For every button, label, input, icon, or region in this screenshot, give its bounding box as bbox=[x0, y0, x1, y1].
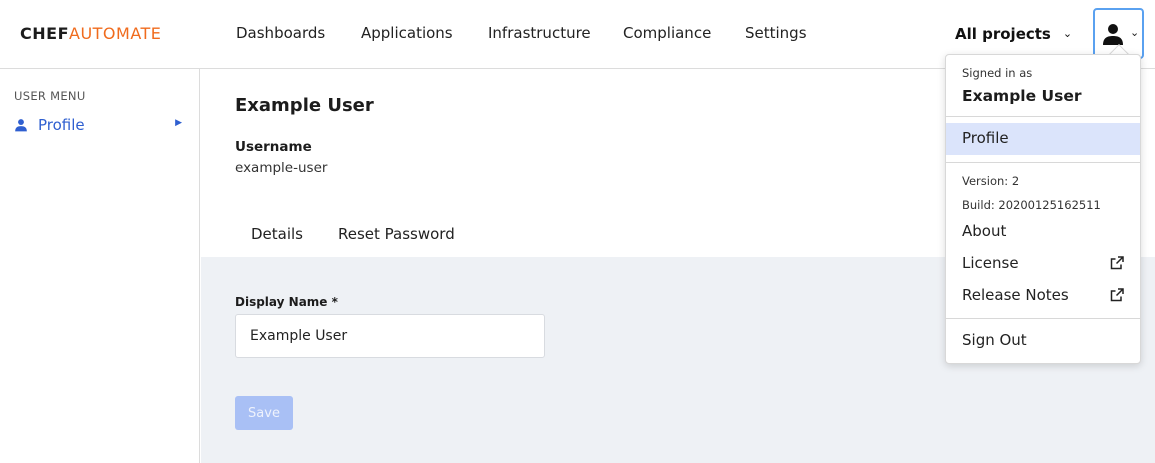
tab-details[interactable]: Details bbox=[235, 225, 318, 259]
display-name-input[interactable] bbox=[235, 314, 545, 358]
version-text: Version: 2 bbox=[962, 174, 1020, 188]
divider bbox=[946, 162, 1140, 163]
external-link-icon bbox=[1110, 256, 1124, 270]
menu-item-release-notes[interactable]: Release Notes bbox=[946, 280, 1140, 312]
sidebar-item-label: Profile bbox=[38, 116, 85, 134]
display-name-label: Display Name * bbox=[235, 295, 338, 309]
person-icon bbox=[1103, 24, 1123, 45]
username-label: Username bbox=[235, 139, 312, 155]
sidebar-heading: USER MENU bbox=[14, 89, 86, 103]
chef-automate-logo[interactable]: CHEFAUTOMATE bbox=[20, 24, 161, 43]
logo-automate-text: AUTOMATE bbox=[69, 24, 162, 43]
menu-item-label: License bbox=[962, 254, 1019, 272]
divider bbox=[946, 318, 1140, 319]
project-filter-dropdown[interactable]: All projects ⌄ bbox=[955, 25, 1072, 43]
person-icon bbox=[15, 119, 27, 132]
menu-item-sign-out[interactable]: Sign Out bbox=[946, 325, 1140, 357]
tab-label: Reset Password bbox=[338, 225, 455, 243]
logo-chef-text: CHEF bbox=[20, 24, 69, 43]
page-title: Example User bbox=[235, 95, 374, 116]
chevron-down-icon: ⌄ bbox=[1062, 27, 1073, 40]
menu-item-label: About bbox=[962, 222, 1007, 240]
sidebar-item-profile[interactable]: Profile ▶ bbox=[14, 115, 186, 137]
menu-item-label: Release Notes bbox=[962, 286, 1069, 304]
menu-item-license[interactable]: License bbox=[946, 248, 1140, 280]
username-value: example-user bbox=[235, 160, 328, 176]
build-text: Build: 20200125162511 bbox=[962, 198, 1101, 212]
project-filter-label: All projects bbox=[955, 25, 1051, 43]
menu-item-label: Sign Out bbox=[962, 331, 1027, 349]
nav-settings[interactable]: Settings bbox=[745, 24, 807, 42]
menu-item-profile[interactable]: Profile bbox=[946, 123, 1140, 155]
save-button[interactable]: Save bbox=[235, 396, 293, 430]
divider bbox=[946, 116, 1140, 117]
signed-in-user-name: Example User bbox=[962, 87, 1082, 105]
nav-dashboards[interactable]: Dashboards bbox=[236, 24, 325, 42]
external-link-icon bbox=[1110, 288, 1124, 302]
menu-item-label: Profile bbox=[962, 129, 1009, 147]
user-dropdown-menu: Signed in as Example User Profile Versio… bbox=[945, 54, 1141, 364]
tab-label: Details bbox=[251, 225, 304, 243]
menu-item-about[interactable]: About bbox=[946, 216, 1140, 248]
nav-applications[interactable]: Applications bbox=[361, 24, 453, 42]
nav-compliance[interactable]: Compliance bbox=[623, 24, 711, 42]
signed-in-as-label: Signed in as bbox=[962, 66, 1033, 80]
tab-reset-password[interactable]: Reset Password bbox=[338, 225, 455, 259]
nav-infrastructure[interactable]: Infrastructure bbox=[488, 24, 591, 42]
chevron-down-icon: ⌄ bbox=[1130, 26, 1140, 39]
sidebar: USER MENU Profile ▶ bbox=[0, 69, 200, 463]
caret-right-icon: ▶ bbox=[175, 118, 182, 128]
